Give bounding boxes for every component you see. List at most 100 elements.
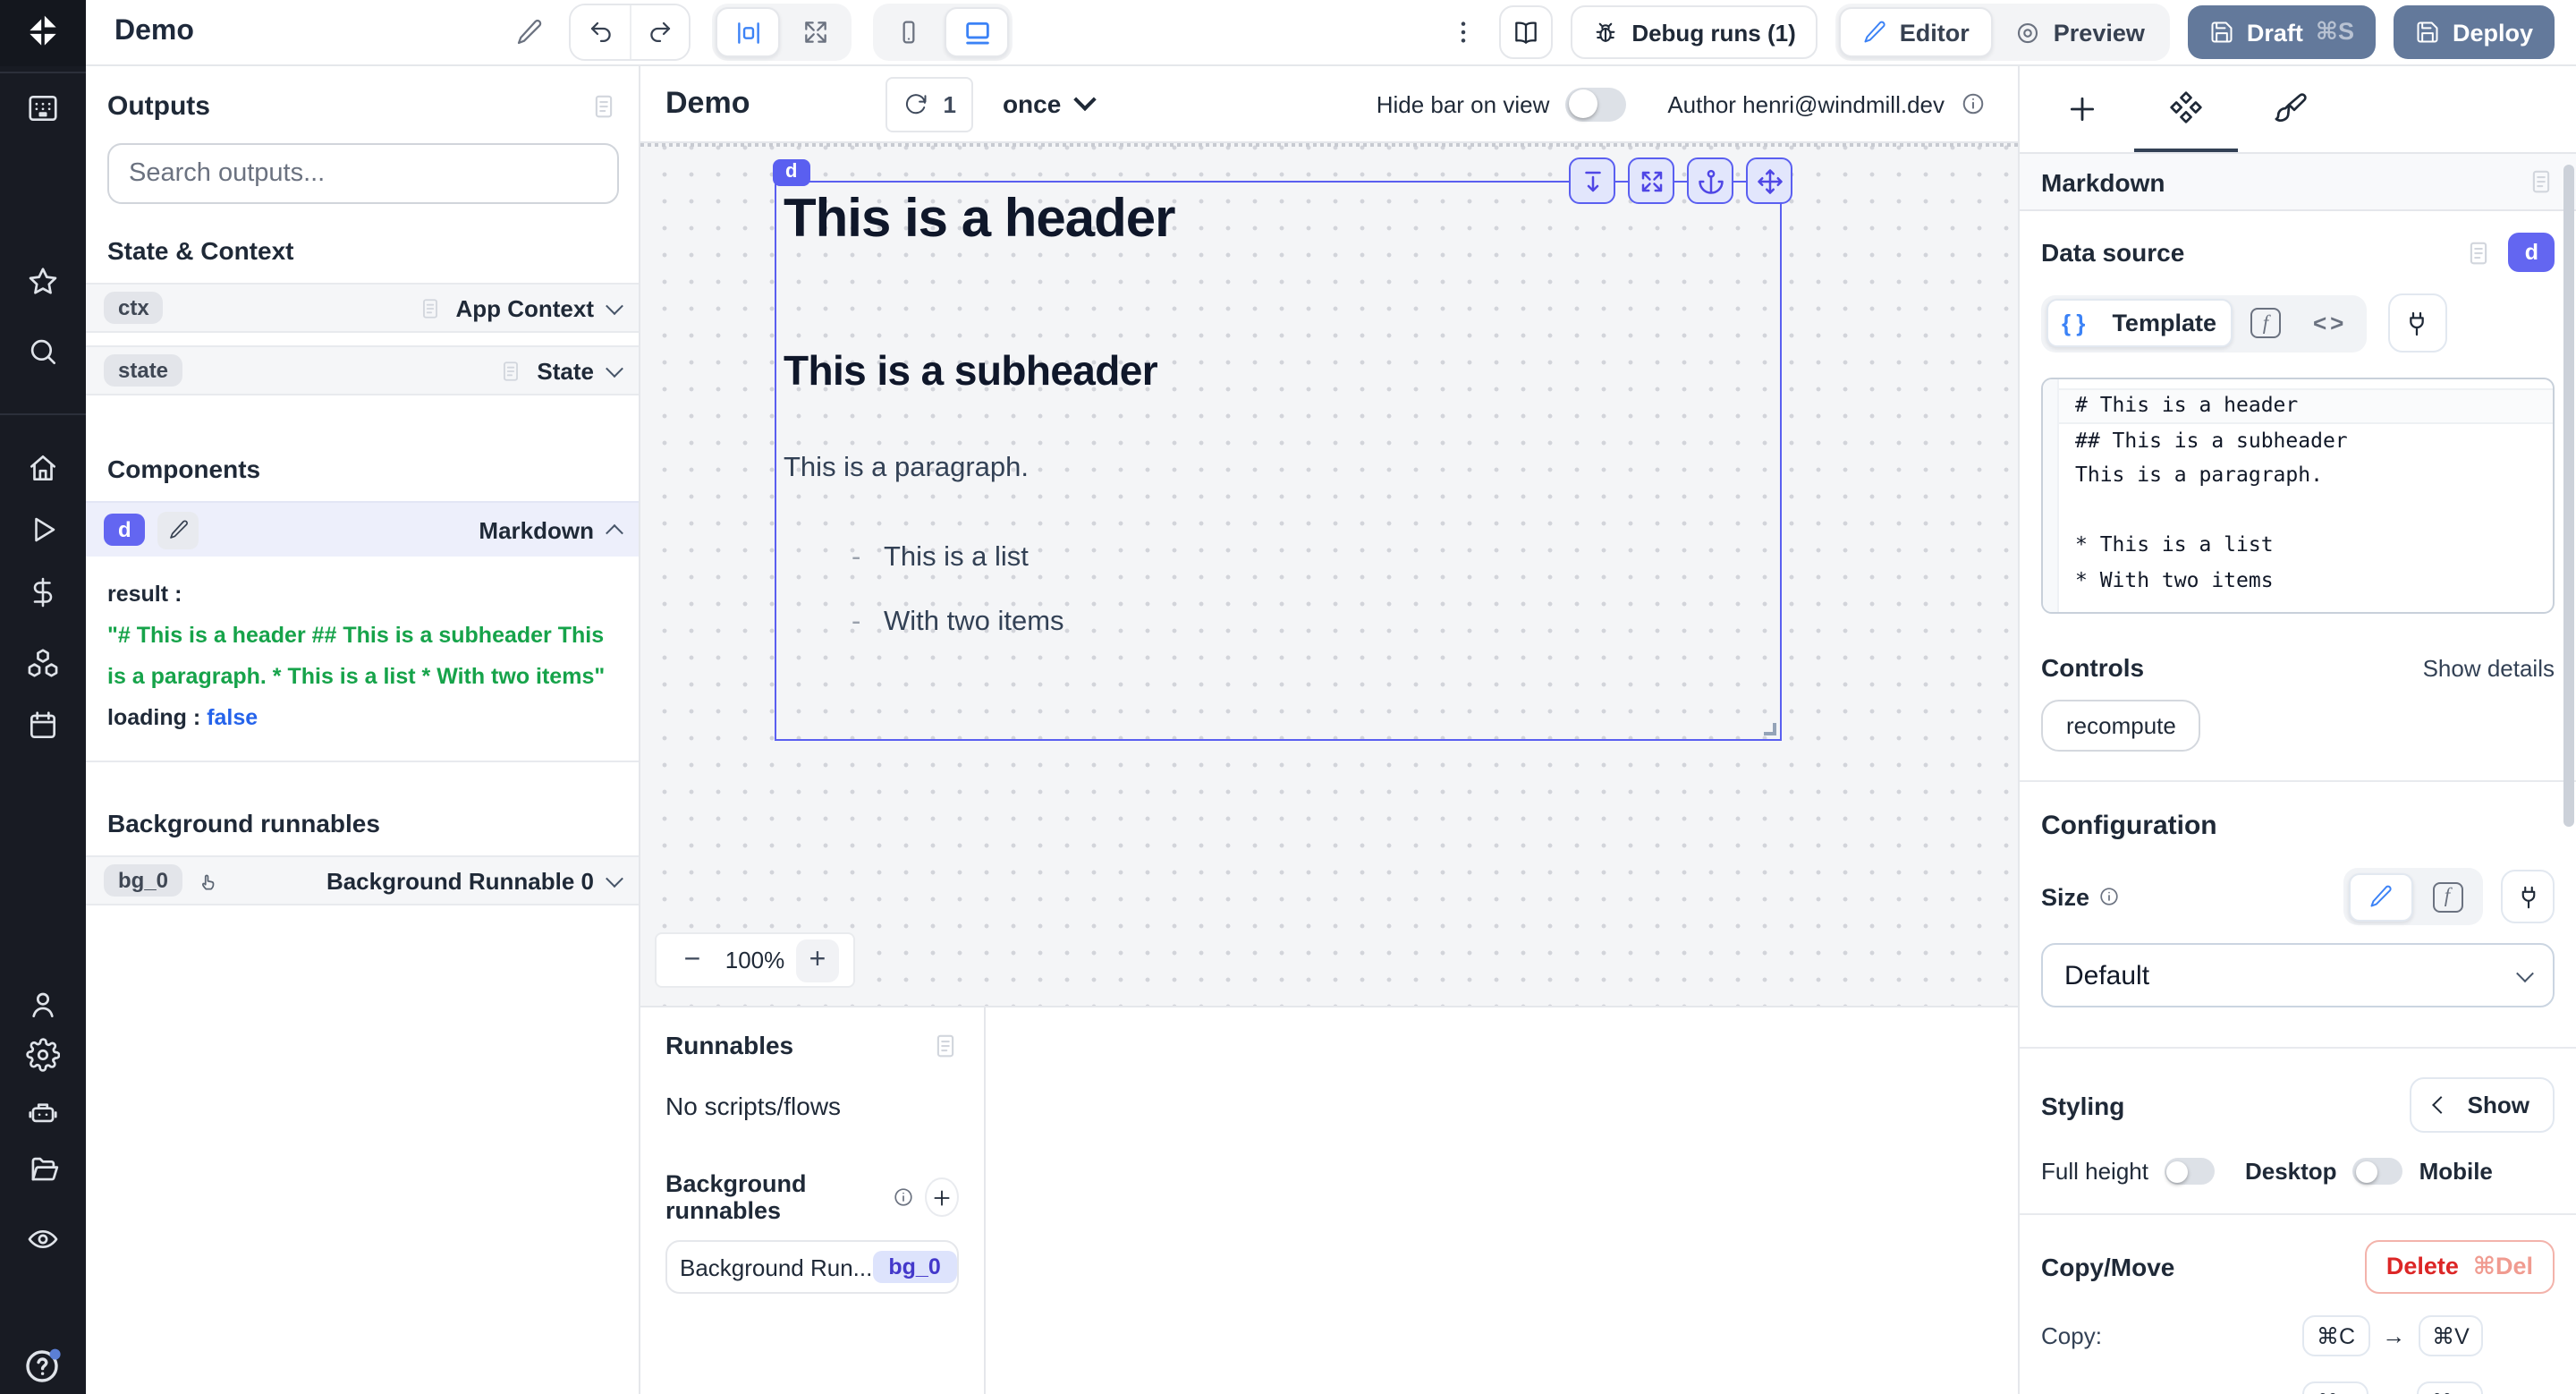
result-value[interactable]: "# This is a header ## This is a subhead… [107,616,617,698]
component-type-title: Markdown [2041,167,2165,196]
sidebar-item-home[interactable] [26,451,60,485]
doc-icon [499,359,522,382]
tab-styling[interactable] [2238,66,2342,152]
docs-button[interactable] [1499,5,1553,59]
draft-button[interactable]: Draft ⌘S [2188,5,2376,59]
ctx-row[interactable]: ctx App Context [86,283,639,333]
windmill-logo[interactable] [0,0,86,65]
anchor-button[interactable] [1687,157,1733,204]
move-button[interactable] [1746,157,1792,204]
sidebar-item-favorites[interactable] [26,265,60,299]
bg-runnable-item[interactable]: Background Run... bg_0 [665,1240,959,1294]
scrollbar-thumb[interactable] [2563,165,2574,827]
code-line[interactable]: # This is a header [2043,388,2553,423]
doc-icon[interactable] [2528,168,2555,195]
code-line[interactable] [2043,493,2553,528]
code-line[interactable]: * With two items [2043,563,2553,598]
tab-preview[interactable]: Preview [1993,7,2166,57]
sidebar-item-folders[interactable] [26,1152,60,1186]
chevron-up-icon[interactable] [606,523,623,541]
sidebar-item-schedules[interactable] [26,709,60,743]
bg-runnable-row[interactable]: bg_0 Background Runnable 0 [86,855,639,905]
book-icon [1512,18,1540,47]
component-id-badge[interactable]: d [2509,233,2555,272]
refresh-button[interactable]: 1 [886,76,973,132]
full-height-toggle[interactable] [2165,1158,2215,1185]
chevron-down-icon[interactable] [606,296,623,314]
frequency-dropdown[interactable]: once [1003,89,1093,118]
sidebar-item-search[interactable] [26,335,60,369]
mode-code[interactable]: <> [2299,299,2361,347]
pencil-icon [1862,20,1887,45]
sidebar-item-users[interactable] [26,988,60,1022]
connect-button[interactable] [2387,293,2446,353]
add-background-runnable-button[interactable] [925,1177,959,1217]
help-button[interactable] [21,1344,64,1387]
hide-bar-toggle[interactable] [1565,87,1626,121]
redo-button[interactable] [631,5,690,59]
loading-value: false [207,705,258,730]
app-canvas[interactable]: d This is a header [640,143,2018,1006]
size-select[interactable]: Default [2041,943,2555,1007]
tab-editor[interactable]: Editor [1839,7,1993,57]
sidebar-item-variables[interactable] [27,576,59,608]
apps-icon [26,91,60,125]
search-input[interactable] [107,143,619,204]
chevron-down-icon[interactable] [606,359,623,377]
sidebar-item-resources[interactable] [26,646,60,680]
expand-down-button[interactable] [1569,157,1615,204]
zoom-out-button[interactable]: − [671,939,714,982]
fullscreen-button[interactable] [1628,157,1674,204]
preview-icon [2014,19,2041,46]
doc-icon[interactable] [590,93,617,120]
deploy-button[interactable]: Deploy [2394,5,2555,59]
sidebar-item-runs[interactable] [27,514,59,546]
size-mode-toggle: f [2343,868,2483,925]
component-row-d[interactable]: d Markdown [86,501,639,557]
state-row[interactable]: state State [86,345,639,395]
code-line[interactable]: * This is a list [2043,528,2553,563]
sidebar-item-audit[interactable] [26,1222,60,1256]
size-mode-function[interactable]: f [2416,872,2479,921]
edit-component-id-button[interactable] [158,511,199,548]
code-line[interactable]: ## This is a subheader [2043,423,2553,458]
recompute-button[interactable]: recompute [2041,700,2201,752]
tab-insert-component[interactable] [2030,66,2134,152]
mobile-view-button[interactable] [877,7,942,57]
layout-toggle-group [713,4,852,61]
template-editor[interactable]: # This is a header ## This is a subheade… [2041,378,2555,614]
star-icon [26,265,60,299]
debug-runs-button[interactable]: Debug runs (1) [1571,5,1817,59]
doc-icon[interactable] [932,1032,959,1058]
undo-button[interactable] [572,5,631,59]
chevron-down-icon[interactable] [606,869,623,887]
runnables-detail-empty [986,1007,2018,1394]
resize-handle[interactable] [1764,723,1776,735]
delete-button[interactable]: Delete ⌘Del [2365,1240,2555,1294]
sidebar-item-apps[interactable] [26,91,60,125]
doc-icon[interactable] [2466,239,2493,266]
settings-panel: Markdown Data source d { } Template f [2018,66,2576,1394]
centered-layout-button[interactable] [716,7,781,57]
show-details-link[interactable]: Show details [2423,654,2555,681]
show-styling-button[interactable]: Show [2411,1077,2555,1133]
draft-shortcut: ⌘S [2316,18,2354,47]
tab-component-settings[interactable] [2134,66,2238,152]
fullwidth-layout-button[interactable] [784,7,849,57]
info-icon[interactable] [1961,91,1986,116]
mode-function[interactable]: f [2236,299,2295,347]
code-line[interactable]: This is a paragraph. [2043,458,2553,493]
desktop-toggle[interactable] [2353,1158,2403,1185]
sidebar-item-settings[interactable] [26,1038,60,1072]
zoom-in-button[interactable]: + [796,939,839,982]
edit-title-icon[interactable] [516,18,545,47]
desktop-view-button[interactable] [945,7,1010,57]
mode-template[interactable]: { } Template [2046,299,2233,347]
size-mode-static[interactable] [2348,872,2412,921]
markdown-component[interactable]: d This is a header [775,181,1782,741]
sidebar-item-workers[interactable] [26,1097,60,1131]
info-icon[interactable] [893,1186,914,1208]
more-menu-button[interactable] [1445,18,1481,47]
delete-label: Delete [2386,1253,2459,1281]
connect-button[interactable] [2501,870,2555,923]
